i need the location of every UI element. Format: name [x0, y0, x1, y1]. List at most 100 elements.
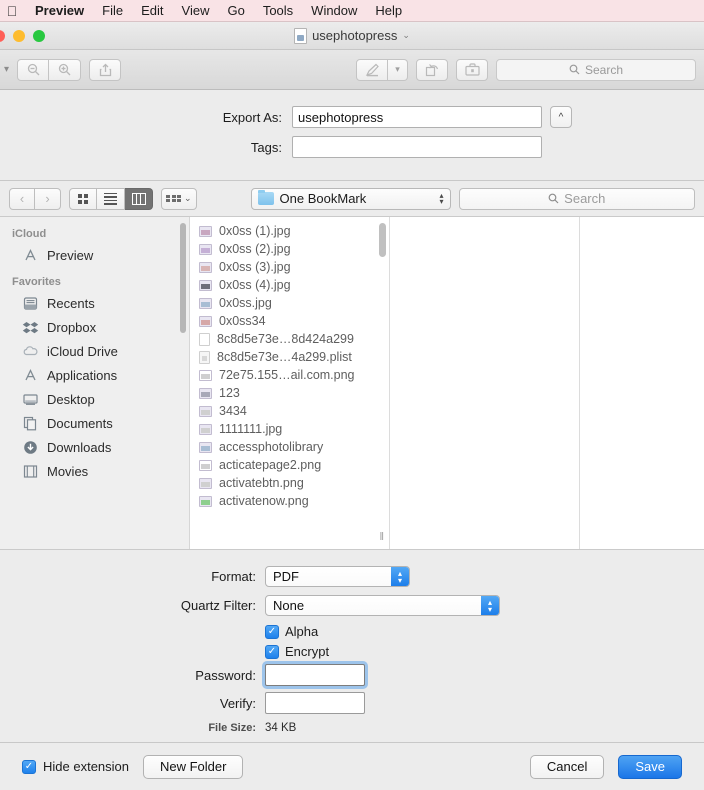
file-size-row: File Size: 34 KB [0, 722, 704, 734]
hide-extension-checkbox[interactable]: ✓ [22, 759, 36, 774]
sidebar-item-applications[interactable]: Applications [0, 363, 189, 387]
sidebar-item-label: Applications [47, 367, 118, 383]
sidebar-item-preview[interactable]: Preview [0, 243, 189, 267]
movies-icon [22, 463, 39, 480]
menu-item-view[interactable]: View [173, 3, 219, 18]
new-folder-button[interactable]: New Folder [143, 754, 244, 779]
toolbar-search-field[interactable]: Search [496, 58, 696, 81]
list-item[interactable]: 0x0ss (1).jpg [190, 222, 389, 240]
sidebar-item-downloads[interactable]: Downloads [0, 435, 189, 459]
image-file-icon [199, 225, 212, 237]
image-file-icon [199, 261, 212, 273]
encrypt-label: Encrypt [285, 644, 330, 659]
path-popup-button[interactable]: One BookMark ▴ ▾ [250, 187, 451, 210]
maximize-button[interactable] [33, 29, 45, 42]
list-view-button[interactable] [97, 187, 125, 210]
sidebar-item-movies[interactable]: Movies [0, 459, 189, 483]
rotate-icon[interactable] [416, 58, 448, 81]
format-value: PDF [273, 569, 299, 584]
verify-row: Verify: [0, 692, 704, 714]
markup-pen-icon[interactable] [356, 58, 388, 81]
list-item[interactable]: 8c8d5e73e…4a299.plist [190, 348, 389, 366]
save-button[interactable]: Save [618, 754, 682, 779]
zoom-in-icon[interactable] [49, 58, 82, 81]
minimize-button[interactable] [13, 29, 25, 42]
encrypt-checkbox[interactable]: ✓ [265, 644, 279, 659]
chevron-down-icon[interactable]: ⌄ [402, 30, 410, 41]
browser-search-field[interactable]: Search [458, 187, 695, 210]
export-sheet: Export As: ^ Tags: ‹ › [0, 90, 704, 790]
action-chevron-down-icon: ⌄ [184, 193, 192, 203]
documents-icon [22, 415, 39, 432]
disclosure-triangle-button[interactable]: ^ [550, 106, 572, 128]
sidebar-item-label: Movies [47, 463, 89, 479]
sidebar-item-dropbox[interactable]: Dropbox [0, 315, 189, 339]
sidebar-item-documents[interactable]: Documents [0, 411, 189, 435]
path-label: One BookMark [279, 191, 367, 206]
menu-item-edit[interactable]: Edit [132, 3, 172, 18]
list-item[interactable]: 3434 [190, 402, 389, 420]
file-name: 0x0ss (1).jpg [219, 224, 291, 238]
list-item[interactable]: acticatepage2.png [190, 456, 389, 474]
sidebar-scrollbar[interactable] [180, 223, 186, 333]
file-name: 3434 [219, 404, 247, 418]
navigation-buttons: ‹ › [9, 187, 61, 210]
sidebar-item-icloud-drive[interactable]: iCloud Drive [0, 339, 189, 363]
menu-item-window[interactable]: Window [302, 3, 366, 18]
list-item[interactable]: 0x0ss (2).jpg [190, 240, 389, 258]
list-item[interactable]: 0x0ss.jpg [190, 294, 389, 312]
verify-input[interactable] [265, 692, 365, 714]
format-select[interactable]: PDF ▴ ▾ [265, 566, 410, 587]
alpha-checkbox[interactable]: ✓ [265, 624, 279, 639]
quartz-filter-label: Quartz Filter: [180, 598, 256, 613]
list-item[interactable]: activatebtn.png [190, 474, 389, 492]
toolkit-icon[interactable] [456, 58, 488, 81]
sidebar-item-desktop[interactable]: Desktop [0, 387, 189, 411]
cancel-button[interactable]: Cancel [529, 754, 605, 779]
list-item[interactable]: 0x0ss (4).jpg [190, 276, 389, 294]
markup-chevron-down-icon[interactable]: ▾ [388, 58, 408, 81]
menu-item-file[interactable]: File [93, 3, 132, 18]
list-item[interactable]: 0x0ss (3).jpg [190, 258, 389, 276]
hide-extension-row[interactable]: ✓ Hide extension [22, 759, 129, 774]
grid-icon [78, 193, 88, 204]
columns-icon [131, 192, 146, 205]
format-label: Format: [211, 569, 256, 584]
forward-button[interactable]: › [35, 187, 61, 210]
file-list-scrollbar[interactable] [379, 223, 386, 257]
sidebar-item-recents[interactable]: Recents [0, 291, 189, 315]
export-as-input[interactable] [292, 106, 542, 128]
list-item[interactable]: accessphotolibrary [190, 438, 389, 456]
menu-item-preview[interactable]: Preview [26, 3, 93, 18]
menu-item-help[interactable]: Help [366, 3, 411, 18]
sidebar-item-label: Documents [47, 415, 113, 431]
menu-bar:  Preview File Edit View Go Tools Window… [0, 0, 704, 22]
plist-file-icon [199, 350, 210, 364]
sidebar-chevron-icon[interactable]: ▾ [4, 64, 9, 75]
share-icon[interactable] [89, 58, 122, 81]
quartz-filter-select[interactable]: None ▴ ▾ [265, 595, 500, 616]
encrypt-checkbox-row[interactable]: ✓ Encrypt [0, 644, 704, 659]
icon-view-button[interactable] [69, 187, 97, 210]
back-button[interactable]: ‹ [9, 187, 35, 210]
zoom-out-icon[interactable] [17, 58, 50, 81]
file-size-value: 34 KB [265, 722, 297, 734]
action-menu-button[interactable]: ⌄ [161, 187, 197, 210]
tags-input[interactable] [292, 136, 542, 158]
close-button[interactable] [0, 29, 5, 42]
list-item[interactable]: 123 [190, 384, 389, 402]
list-item[interactable]: 1111111.jpg [190, 420, 389, 438]
file-size-label: File Size: [208, 722, 256, 734]
list-item[interactable]: 8c8d5e73e…8d424a299 [190, 330, 389, 348]
list-item[interactable]: 72e75.155…ail.com.png [190, 366, 389, 384]
list-item[interactable]: activatenow.png [190, 492, 389, 510]
list-item[interactable]: 0x0ss34 [190, 312, 389, 330]
menu-item-go[interactable]: Go [218, 3, 253, 18]
password-input[interactable] [265, 664, 365, 686]
alpha-checkbox-row[interactable]: ✓ Alpha [0, 624, 704, 639]
menu-item-tools[interactable]: Tools [254, 3, 302, 18]
format-stepper-icon: ▴ ▾ [391, 567, 409, 586]
column-view-button[interactable] [125, 187, 153, 210]
column-resize-handle[interactable]: ‖ [379, 531, 385, 543]
apple-logo-icon[interactable]:  [4, 3, 20, 19]
